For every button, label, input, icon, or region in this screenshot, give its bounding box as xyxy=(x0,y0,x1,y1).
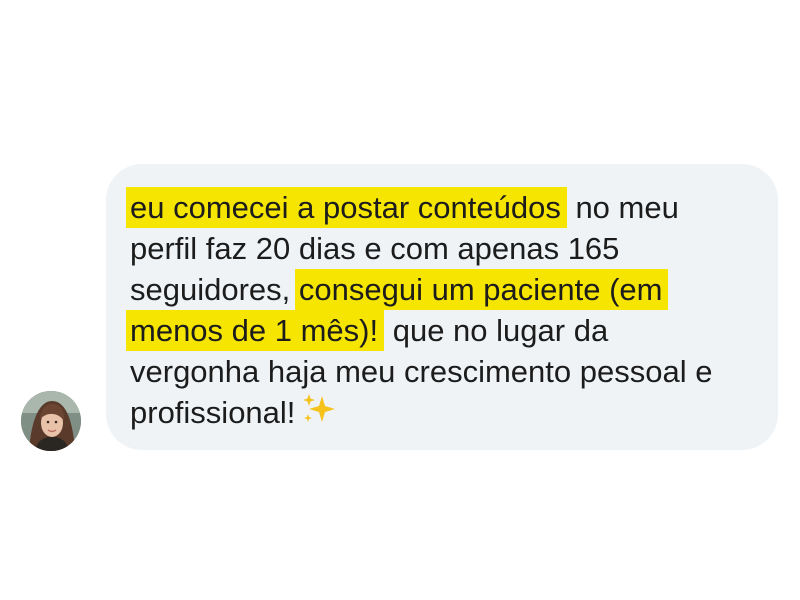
avatar[interactable] xyxy=(21,391,81,451)
highlight-2: consegui um paciente (em xyxy=(294,269,669,310)
message-bubble[interactable]: eu comecei a postar conteúdos no meu perf… xyxy=(106,164,778,450)
chat-view: eu comecei a postar conteúdos no meu perf… xyxy=(0,0,800,600)
message-segment: no meu xyxy=(566,190,679,225)
message-segment: seguidores, xyxy=(130,272,299,307)
sparkles-icon xyxy=(301,392,337,426)
message-segment: que no lugar da xyxy=(384,313,609,348)
avatar-image xyxy=(21,391,81,451)
message-segment: perfil faz 20 dias e com apenas 165 xyxy=(130,231,620,266)
highlight-3: menos de 1 mês)! xyxy=(126,310,385,351)
message-segment: vergonha haja meu crescimento pessoal e xyxy=(130,354,713,389)
message-text: eu comecei a postar conteúdos no meu perf… xyxy=(126,187,770,433)
message-segment: profissional! xyxy=(130,395,296,430)
highlight-1: eu comecei a postar conteúdos xyxy=(126,187,567,228)
